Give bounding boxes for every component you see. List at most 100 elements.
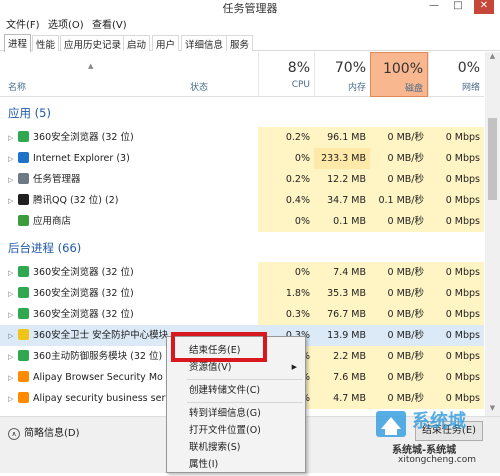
process-name-label: 360主动防御服务模块 (32 位) [33, 351, 163, 362]
expand-icon[interactable]: ▷ [8, 347, 18, 367]
menu-view[interactable]: 查看(V) [92, 16, 127, 31]
expand-icon[interactable]: ▷ [8, 368, 18, 388]
green-app-icon [18, 350, 29, 361]
disk-cell: 0 MB/秒 [370, 127, 428, 148]
menu-item-open-file-location[interactable]: 打开文件位置(O) [167, 422, 305, 439]
group-header-background: 后台进程 (66) [0, 237, 484, 258]
mem-cell: 12.2 MB [314, 169, 370, 190]
expand-icon[interactable]: ▷ [8, 389, 18, 409]
tab-processes[interactable]: 进程 [4, 34, 32, 52]
tab-performance[interactable]: 性能 [32, 35, 60, 51]
net-cell: 0 Mbps [428, 346, 484, 367]
sort-arrow-icon: ▲ [88, 62, 94, 70]
table-row[interactable]: ▷ 360安全浏览器 (32 位) 0.2% 96.1 MB 0 MB/秒 0 Mbps [0, 127, 484, 148]
expand-icon[interactable]: ▷ [8, 191, 18, 211]
column-cpu[interactable]: 8% CPU [258, 52, 314, 97]
tab-details[interactable]: 详细信息 [181, 35, 228, 51]
disk-cell: 0 MB/秒 [370, 367, 428, 388]
table-row[interactable]: ▷ 360安全浏览器 (32 位) 1.8% 35.3 MB 0 MB/秒 0 Mbps [0, 283, 484, 304]
close-button[interactable]: ✕ [474, 0, 494, 14]
table-row[interactable]: ▷ 360安全浏览器 (32 位) 0.3% 76.7 MB 0 MB/秒 0 Mbps [0, 304, 484, 325]
chevron-up-icon: ∧ [8, 428, 20, 440]
net-cell: 0 Mbps [428, 304, 484, 325]
process-name-label: 360安全卫士 安全防护中心模块 [33, 330, 169, 341]
process-name: ▷ Alipay Browser Security Mo [8, 367, 178, 388]
cpu-cell: 0% [258, 148, 314, 169]
expand-icon[interactable]: ▷ [8, 284, 18, 304]
vertical-scrollbar[interactable]: ▲ ▼ [485, 52, 500, 416]
expand-icon[interactable]: ▷ [8, 263, 18, 283]
mem-cell: 76.7 MB [314, 304, 370, 325]
memory-percent: 70% [334, 60, 366, 76]
menu-item-create-dump[interactable]: 创建转储文件(C) [167, 382, 305, 399]
net-cell: 0 Mbps [428, 169, 484, 190]
expand-icon[interactable]: ▷ [8, 149, 18, 169]
column-network[interactable]: 0% 网络 [428, 52, 484, 97]
alipay-app-icon [18, 392, 29, 403]
table-row[interactable]: 应用商店 0% 0.1 MB 0 MB/秒 0 Mbps [0, 211, 484, 232]
net-cell: 0 Mbps [428, 283, 484, 304]
tab-app-history[interactable]: 应用历史记录 [60, 35, 126, 51]
disk-percent: 100% [382, 61, 423, 77]
mem-cell: 4.7 MB [314, 388, 370, 409]
menu-item-go-to-details[interactable]: 转到详细信息(G) [167, 405, 305, 422]
scroll-thumb[interactable] [488, 118, 497, 200]
disk-cell: 0 MB/秒 [370, 283, 428, 304]
alipay-app-icon [18, 371, 29, 382]
process-name-label: 应用商店 [33, 216, 72, 227]
table-row[interactable]: ▷ Internet Explorer (3) 0% 233.3 MB 0 MB/秒 0 … [0, 148, 484, 169]
process-name: ▷ 360安全浏览器 (32 位) [8, 262, 178, 283]
menu-separator [187, 379, 303, 380]
process-name: ▷ 360安全浏览器 (32 位) [8, 127, 178, 148]
disk-cell: 0 MB/秒 [370, 169, 428, 190]
expand-icon[interactable]: ▷ [8, 170, 18, 190]
tab-users[interactable]: 用户 [152, 35, 180, 51]
menu-item-search-online[interactable]: 联机搜索(S) [167, 439, 305, 456]
process-name-label: 腾讯QQ (32 位) (2) [33, 195, 119, 206]
process-name: ▷ 360安全浏览器 (32 位) [8, 283, 178, 304]
expand-icon[interactable]: ▷ [8, 128, 18, 148]
column-status[interactable]: 状态 [190, 80, 208, 93]
process-name: ▷ Alipay security business ser [8, 388, 178, 409]
column-disk[interactable]: 100% 磁盘 [370, 52, 428, 97]
menu-item-properties[interactable]: 属性(I) [167, 456, 305, 473]
table-row[interactable]: ▷ 360安全浏览器 (32 位) 0% 7.4 MB 0 MB/秒 0 Mbps [0, 262, 484, 283]
fewer-details-button[interactable]: ∧ 简略信息(D) [8, 424, 80, 440]
minimize-button[interactable]: — [424, 0, 444, 14]
cpu-cell: 0.4% [258, 190, 314, 211]
cpu-cell: 0.3% [258, 304, 314, 325]
gray-app-icon [18, 173, 29, 184]
column-memory[interactable]: 70% 内存 [314, 52, 370, 97]
table-row[interactable]: ▷ 腾讯QQ (32 位) (2) 0.4% 34.7 MB 0.1 MB/秒 0 Mbp… [0, 190, 484, 211]
mem-cell: 96.1 MB [314, 127, 370, 148]
scroll-up-icon[interactable]: ▲ [485, 52, 500, 64]
disk-label: 磁盘 [404, 84, 423, 94]
cpu-cell: 0% [258, 211, 314, 232]
mem-cell: 34.7 MB [314, 190, 370, 211]
expand-icon[interactable]: ▷ [8, 326, 18, 346]
expand-icon[interactable]: ▷ [8, 305, 18, 325]
mem-cell: 35.3 MB [314, 283, 370, 304]
process-name: 应用商店 [8, 211, 178, 232]
cpu-percent: 8% [287, 60, 310, 76]
title-bar: 任务管理器 — □ ✕ [0, 0, 500, 15]
mem-cell: 0.1 MB [314, 211, 370, 232]
menu-options[interactable]: 选项(O) [48, 16, 84, 31]
resource-values-label: 资源值(V) [189, 362, 232, 373]
maximize-button[interactable]: □ [448, 0, 468, 14]
disk-cell: 0 MB/秒 [370, 346, 428, 367]
watermark-line1: 系统城-系统城 [392, 445, 457, 456]
cpu-cell: 0% [258, 262, 314, 283]
process-name: ▷ 腾讯QQ (32 位) (2) [8, 190, 178, 211]
table-row[interactable]: ▷ 任务管理器 0.2% 12.2 MB 0 MB/秒 0 Mbps [0, 169, 484, 190]
blue-app-icon [18, 152, 29, 163]
green-app-icon [18, 266, 29, 277]
group-header-apps: 应用 (5) [0, 102, 484, 123]
tab-startup[interactable]: 启动 [123, 35, 151, 51]
menu-file[interactable]: 文件(F) [6, 16, 40, 31]
tab-services[interactable]: 服务 [226, 35, 254, 51]
process-name: ▷ 任务管理器 [8, 169, 178, 190]
column-name[interactable]: 名称 [8, 80, 26, 93]
watermark-brand: 系统城 [412, 411, 466, 432]
process-name: ▷ 360安全卫士 安全防护中心模块 [8, 325, 178, 346]
